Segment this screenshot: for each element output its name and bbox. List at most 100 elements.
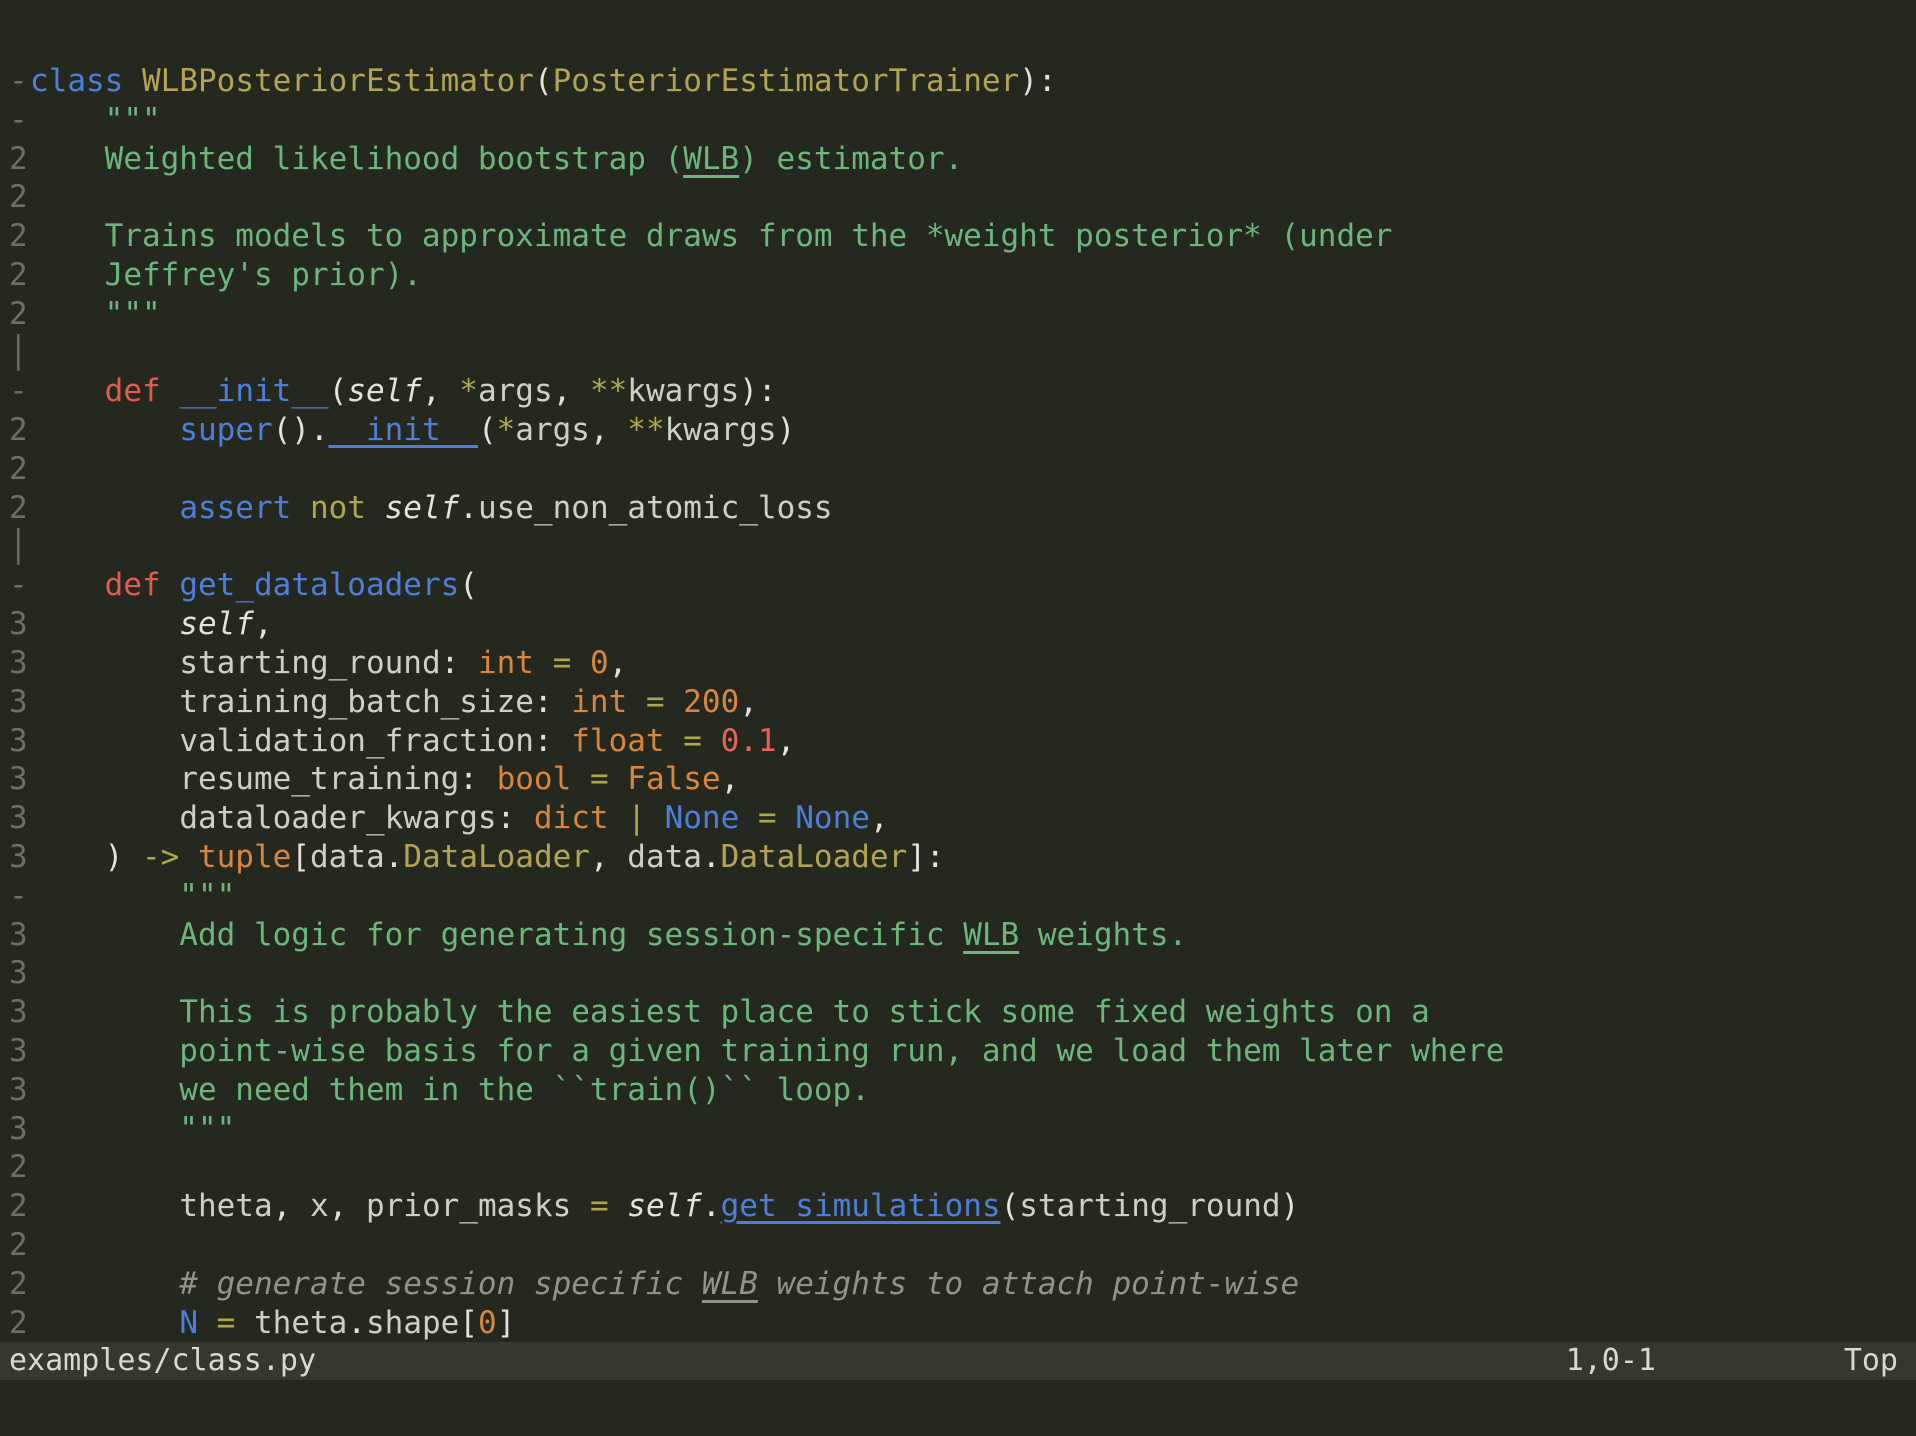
- fold-marker[interactable]: 3: [0, 722, 30, 761]
- fold-marker[interactable]: 2: [0, 1226, 30, 1265]
- fold-marker[interactable]: 3: [0, 838, 30, 877]
- fold-marker[interactable]: │: [0, 334, 30, 373]
- fold-marker[interactable]: │: [0, 528, 30, 567]
- code-token: args: [478, 373, 553, 409]
- code-line[interactable]: - """: [0, 101, 1916, 140]
- code-line[interactable]: 3 training_batch_size: int = 200,: [0, 683, 1916, 722]
- code-line[interactable]: 3 This is probably the easiest place to …: [0, 993, 1916, 1032]
- code-token: [161, 567, 180, 603]
- fold-marker[interactable]: 3: [0, 1032, 30, 1071]
- code-line[interactable]: 2 super().__init__(*args, **kwargs): [0, 411, 1916, 450]
- fold-marker[interactable]: 2: [0, 411, 30, 450]
- code-token: ,: [422, 373, 459, 409]
- code-text: training_batch_size: int = 200,: [30, 683, 758, 722]
- code-token: [571, 761, 590, 797]
- code-line[interactable]: 2 """: [0, 295, 1916, 334]
- fold-marker[interactable]: -: [0, 566, 30, 605]
- code-line[interactable]: 2 Jeffrey's prior).: [0, 256, 1916, 295]
- fold-marker[interactable]: 2: [0, 1304, 30, 1343]
- code-line[interactable]: 3 point-wise basis for a given training …: [0, 1032, 1916, 1071]
- code-line[interactable]: 3 """: [0, 1110, 1916, 1149]
- fold-marker[interactable]: 3: [0, 683, 30, 722]
- code-line[interactable]: 3 ) -> tuple[data.DataLoader, data.DataL…: [0, 838, 1916, 877]
- fold-marker[interactable]: 3: [0, 605, 30, 644]
- code-token: .: [702, 839, 721, 875]
- fold-marker[interactable]: 2: [0, 489, 30, 528]
- code-line[interactable]: 2 N = theta.shape[0]: [0, 1304, 1916, 1343]
- fold-marker[interactable]: 2: [0, 1187, 30, 1226]
- fold-marker[interactable]: 3: [0, 644, 30, 683]
- code-line[interactable]: 3 Add logic for generating session-speci…: [0, 916, 1916, 955]
- code-token: =: [590, 1188, 609, 1224]
- code-line[interactable]: - def __init__(self, *args, **kwargs):: [0, 372, 1916, 411]
- fold-marker[interactable]: 3: [0, 954, 30, 993]
- fold-marker[interactable]: -: [0, 372, 30, 411]
- code-line[interactable]: 2: [0, 178, 1916, 217]
- code-token: x: [310, 1188, 329, 1224]
- fold-marker[interactable]: 3: [0, 1110, 30, 1149]
- code-line[interactable]: 3 self,: [0, 605, 1916, 644]
- command-line[interactable]: [0, 1380, 1916, 1436]
- status-bar: examples/class.py 1,0-1 Top: [0, 1342, 1916, 1380]
- fold-marker[interactable]: 3: [0, 916, 30, 955]
- code-line[interactable]: │: [0, 334, 1916, 373]
- code-line[interactable]: 2 Weighted likelihood bootstrap (WLB) es…: [0, 140, 1916, 179]
- fold-marker[interactable]: 3: [0, 760, 30, 799]
- code-token: [30, 645, 179, 681]
- fold-marker[interactable]: 2: [0, 256, 30, 295]
- code-line[interactable]: 2 Trains models to approximate draws fro…: [0, 217, 1916, 256]
- code-line[interactable]: 3 dataloader_kwargs: dict | None = None,: [0, 799, 1916, 838]
- fold-marker[interactable]: -: [0, 877, 30, 916]
- code-line[interactable]: 3: [0, 954, 1916, 993]
- code-line[interactable]: 3 starting_round: int = 0,: [0, 644, 1916, 683]
- fold-marker[interactable]: -: [0, 62, 30, 101]
- code-token: ().: [273, 412, 329, 448]
- code-line[interactable]: 3 validation_fraction: float = 0.1,: [0, 722, 1916, 761]
- code-token: [30, 490, 179, 526]
- code-line[interactable]: - def get_dataloaders(: [0, 566, 1916, 605]
- fold-marker[interactable]: 3: [0, 1071, 30, 1110]
- code-line[interactable]: 2 # generate session specific WLB weight…: [0, 1265, 1916, 1304]
- code-line[interactable]: 2: [0, 1148, 1916, 1187]
- code-token: training_batch_size: [179, 684, 534, 720]
- fold-marker[interactable]: 2: [0, 1148, 30, 1187]
- code-token: **: [627, 412, 664, 448]
- code-token: """: [30, 878, 235, 914]
- fold-marker[interactable]: 2: [0, 178, 30, 217]
- code-area[interactable]: -class WLBPosteriorEstimator(PosteriorEs…: [0, 62, 1916, 1342]
- code-token: [534, 645, 553, 681]
- code-text: Jeffrey's prior).: [30, 256, 422, 295]
- code-line[interactable]: │: [0, 528, 1916, 567]
- code-token: [571, 1188, 590, 1224]
- code-line[interactable]: 2: [0, 1226, 1916, 1265]
- fold-marker[interactable]: 3: [0, 799, 30, 838]
- code-line[interactable]: 3 we need them in the ``train()`` loop.: [0, 1071, 1916, 1110]
- code-token: WLBPosteriorEstimator: [142, 63, 534, 99]
- code-line[interactable]: 2 theta, x, prior_masks = self.get_simul…: [0, 1187, 1916, 1226]
- code-text: we need them in the ``train()`` loop.: [30, 1071, 870, 1110]
- code-text: """: [30, 1110, 235, 1149]
- code-line[interactable]: - """: [0, 877, 1916, 916]
- code-token: prior_masks: [366, 1188, 571, 1224]
- code-token: ,: [777, 723, 796, 759]
- fold-marker[interactable]: 2: [0, 1265, 30, 1304]
- code-token: DataLoader: [403, 839, 590, 875]
- code-token: =: [758, 800, 777, 836]
- fold-marker[interactable]: -: [0, 101, 30, 140]
- code-token: *: [497, 412, 516, 448]
- code-line[interactable]: 2: [0, 450, 1916, 489]
- code-token: :: [441, 645, 478, 681]
- code-token: resume_training: [179, 761, 459, 797]
- fold-marker[interactable]: 3: [0, 993, 30, 1032]
- code-token: dict: [534, 800, 609, 836]
- code-token: [30, 723, 179, 759]
- fold-marker[interactable]: 2: [0, 140, 30, 179]
- fold-marker[interactable]: 2: [0, 295, 30, 334]
- fold-marker[interactable]: 2: [0, 450, 30, 489]
- code-token: [30, 761, 179, 797]
- code-token: .: [459, 490, 478, 526]
- fold-marker[interactable]: 2: [0, 217, 30, 256]
- code-line[interactable]: -class WLBPosteriorEstimator(PosteriorEs…: [0, 62, 1916, 101]
- code-line[interactable]: 3 resume_training: bool = False,: [0, 760, 1916, 799]
- code-line[interactable]: 2 assert not self.use_non_atomic_loss: [0, 489, 1916, 528]
